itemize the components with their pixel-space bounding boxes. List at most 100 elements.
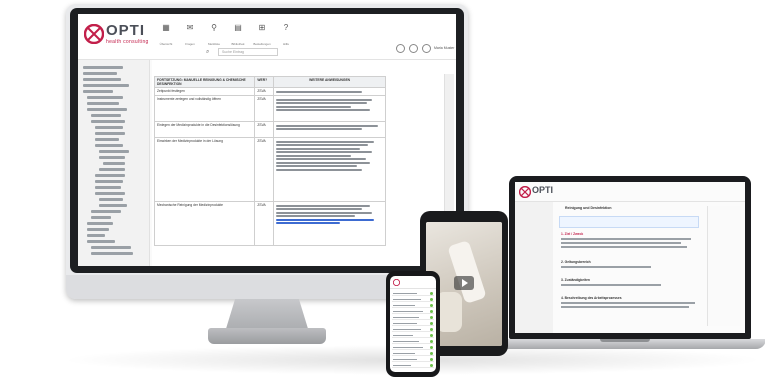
laptop-notch — [600, 339, 650, 342]
notification-icon[interactable] — [409, 44, 418, 53]
tree-item[interactable] — [95, 132, 125, 135]
nav-orders-label: Bestellungen — [253, 42, 271, 46]
row-who: ZSVA — [254, 87, 275, 97]
list-item[interactable] — [392, 315, 434, 320]
nav-questions[interactable]: ✉ — [180, 23, 200, 41]
help-icon: ? — [283, 23, 289, 32]
list-item[interactable] — [392, 351, 434, 356]
search-icon: ⌕ — [206, 49, 210, 55]
brand-name: OPTI — [532, 185, 554, 195]
info-box — [559, 216, 699, 228]
book-icon: ▤ — [234, 23, 242, 32]
row-who: ZSVA — [254, 95, 275, 123]
list-item[interactable] — [392, 291, 434, 296]
paragraph-line — [561, 284, 661, 286]
list-item[interactable] — [392, 303, 434, 308]
list-item[interactable] — [392, 345, 434, 350]
row-instructions — [273, 87, 386, 97]
document-tree-sidebar — [78, 60, 150, 266]
tree-item[interactable] — [99, 150, 129, 153]
tree-item[interactable] — [83, 72, 117, 75]
tree-item[interactable] — [95, 138, 119, 141]
tree-item[interactable] — [95, 144, 123, 147]
play-icon — [462, 279, 468, 287]
list-item[interactable] — [392, 333, 434, 338]
tree-item[interactable] — [87, 108, 127, 111]
col-header-instructions: WEITERE ANWEISUNGEN — [273, 75, 386, 89]
tree-item[interactable] — [91, 246, 131, 249]
col-header-step: FORTSETZUNG: MANUELLE REINIGUNG & CHEMIS… — [153, 75, 256, 89]
section-heading: 2. Geltungsbereich — [561, 260, 591, 264]
row-step: Zeitpunkt festlegen — [153, 87, 256, 97]
list-item[interactable] — [392, 321, 434, 326]
tree-item[interactable] — [87, 102, 119, 105]
pin-icon: ⚲ — [211, 23, 217, 32]
tree-item[interactable] — [83, 84, 129, 87]
tree-item[interactable] — [95, 174, 125, 177]
tree-item[interactable] — [91, 252, 133, 255]
tree-item[interactable] — [99, 204, 127, 207]
paragraph-line — [561, 246, 687, 248]
laptop-screen: OPTI Reinigung und Desinfektion 1. Ziel … — [515, 182, 745, 333]
row-step: Einwirken der Medizinprodukte in der Lös… — [153, 137, 256, 203]
monitor-stand-foot — [208, 328, 326, 344]
document-content: FORTSETZUNG: MANUELLE REINIGUNG & CHEMIS… — [152, 60, 456, 266]
tree-item[interactable] — [87, 240, 115, 243]
nav-overview[interactable]: ▦ — [156, 23, 176, 41]
settings-icon[interactable] — [396, 44, 405, 53]
search-input[interactable]: Suche Eintrag — [218, 48, 278, 56]
row-who: ZSVA — [254, 137, 275, 203]
row-instructions — [273, 121, 386, 139]
list-item[interactable] — [392, 309, 434, 314]
play-button[interactable] — [454, 276, 474, 290]
row-instructions — [273, 201, 386, 247]
nav-bookmarks[interactable]: ⚲ — [204, 23, 224, 41]
table-row: Einlegen der Medizinprodukte in die Desi… — [153, 121, 386, 139]
list-item[interactable] — [392, 339, 434, 344]
list-item[interactable] — [392, 297, 434, 302]
tree-item[interactable] — [103, 162, 125, 165]
nav-orders[interactable]: ⊞ — [252, 23, 272, 41]
table-row: Einwirken der Medizinprodukte in der Lös… — [153, 137, 386, 203]
nav-help[interactable]: ? — [276, 23, 296, 41]
col-header-who: WER? — [254, 75, 275, 89]
paragraph-line — [561, 302, 695, 304]
tree-item[interactable] — [87, 222, 113, 225]
row-who: ZSVA — [254, 121, 275, 139]
chat-icon: ✉ — [186, 23, 194, 32]
tree-item[interactable] — [95, 180, 123, 183]
tree-item[interactable] — [83, 66, 123, 69]
instruction-table: FORTSETZUNG: MANUELLE REINIGUNG & CHEMIS… — [153, 75, 386, 247]
opti-logo-icon — [519, 186, 531, 198]
document-headline: Reinigung und Desinfektion — [565, 206, 612, 210]
list-item[interactable] — [392, 327, 434, 332]
tree-item[interactable] — [91, 120, 125, 123]
list-item[interactable] — [392, 363, 434, 368]
tree-item[interactable] — [91, 114, 121, 117]
tree-item[interactable] — [95, 126, 123, 129]
brand-tagline: health consulting — [106, 39, 149, 45]
paragraph-line — [561, 266, 651, 268]
paragraph-line — [561, 238, 691, 240]
table-row: Zeitpunkt festlegen ZSVA — [153, 87, 386, 97]
tree-item[interactable] — [87, 228, 109, 231]
tree-item[interactable] — [87, 96, 123, 99]
row-step: Instrumente zerlegen und vollständig öff… — [153, 95, 256, 123]
tree-item[interactable] — [87, 234, 105, 237]
tree-item[interactable] — [83, 90, 113, 93]
tree-item[interactable] — [95, 192, 125, 195]
tree-item[interactable] — [95, 186, 121, 189]
list-item[interactable] — [392, 357, 434, 362]
tree-item[interactable] — [99, 168, 125, 171]
tree-item[interactable] — [99, 156, 125, 159]
table-row: Instrumente zerlegen und vollständig öff… — [153, 95, 386, 123]
nav-library[interactable]: ▤ — [228, 23, 248, 41]
row-step: Mechanische Reinigung der Medizinprodukt… — [153, 201, 256, 247]
tree-item[interactable] — [99, 198, 123, 201]
tree-item[interactable] — [91, 210, 121, 213]
section-heading: 3. Zuständigkeiten — [561, 278, 590, 282]
tree-item[interactable] — [83, 78, 121, 81]
grid-icon: ▦ — [162, 23, 170, 32]
user-avatar-icon[interactable] — [422, 44, 431, 53]
tree-item[interactable] — [91, 216, 111, 219]
